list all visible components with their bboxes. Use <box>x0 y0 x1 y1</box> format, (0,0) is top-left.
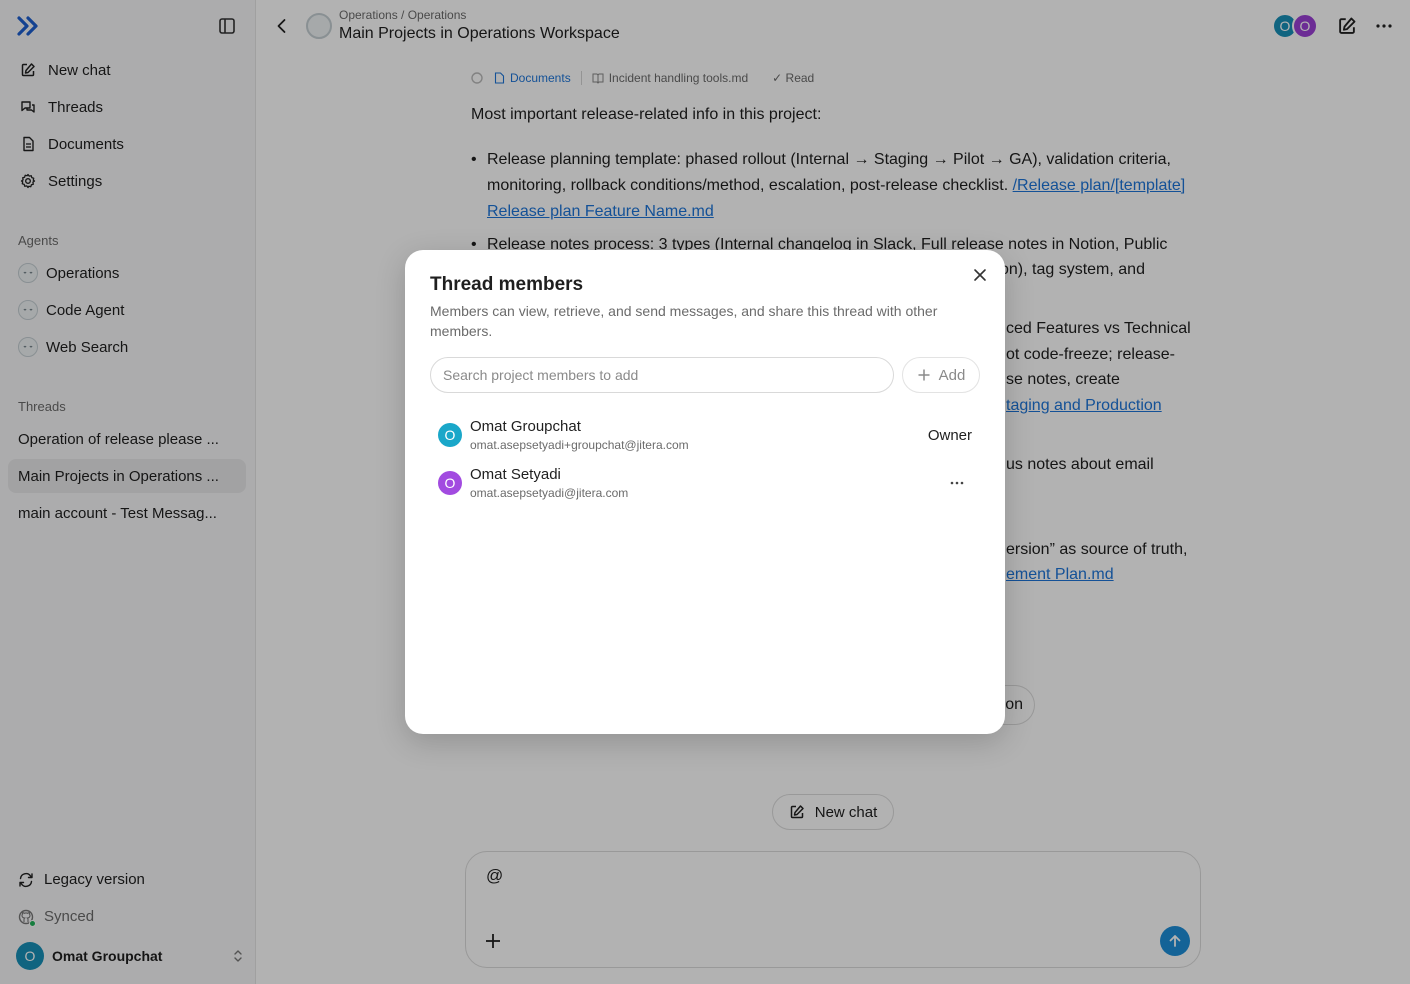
close-icon[interactable] <box>971 266 989 284</box>
member-email: omat.asepsetyadi@jitera.com <box>470 486 629 500</box>
member-name: Omat Setyadi <box>470 466 561 483</box>
thread-members-dialog: Thread members Members can view, retriev… <box>405 250 1005 734</box>
add-member-button[interactable]: Add <box>902 357 980 393</box>
plus-icon <box>917 368 931 382</box>
member-email: omat.asepsetyadi+groupchat@jitera.com <box>470 438 689 452</box>
add-label: Add <box>938 366 966 384</box>
member-row: O Omat Setyadi omat.asepsetyadi@jitera.c… <box>430 461 980 505</box>
member-name: Omat Groupchat <box>470 418 581 435</box>
member-row: O Omat Groupchat omat.asepsetyadi+groupc… <box>430 413 980 457</box>
member-role: Owner <box>927 426 972 444</box>
more-options-icon[interactable] <box>948 474 966 492</box>
member-info: Omat Setyadi omat.asepsetyadi@jitera.com <box>470 466 628 500</box>
member-search-input[interactable] <box>430 357 894 393</box>
avatar: O <box>438 423 462 447</box>
dialog-title: Thread members <box>430 274 584 295</box>
avatar: O <box>438 471 462 495</box>
dialog-description: Members can view, retrieve, and send mes… <box>430 303 938 339</box>
member-info: Omat Groupchat omat.asepsetyadi+groupcha… <box>470 418 689 452</box>
